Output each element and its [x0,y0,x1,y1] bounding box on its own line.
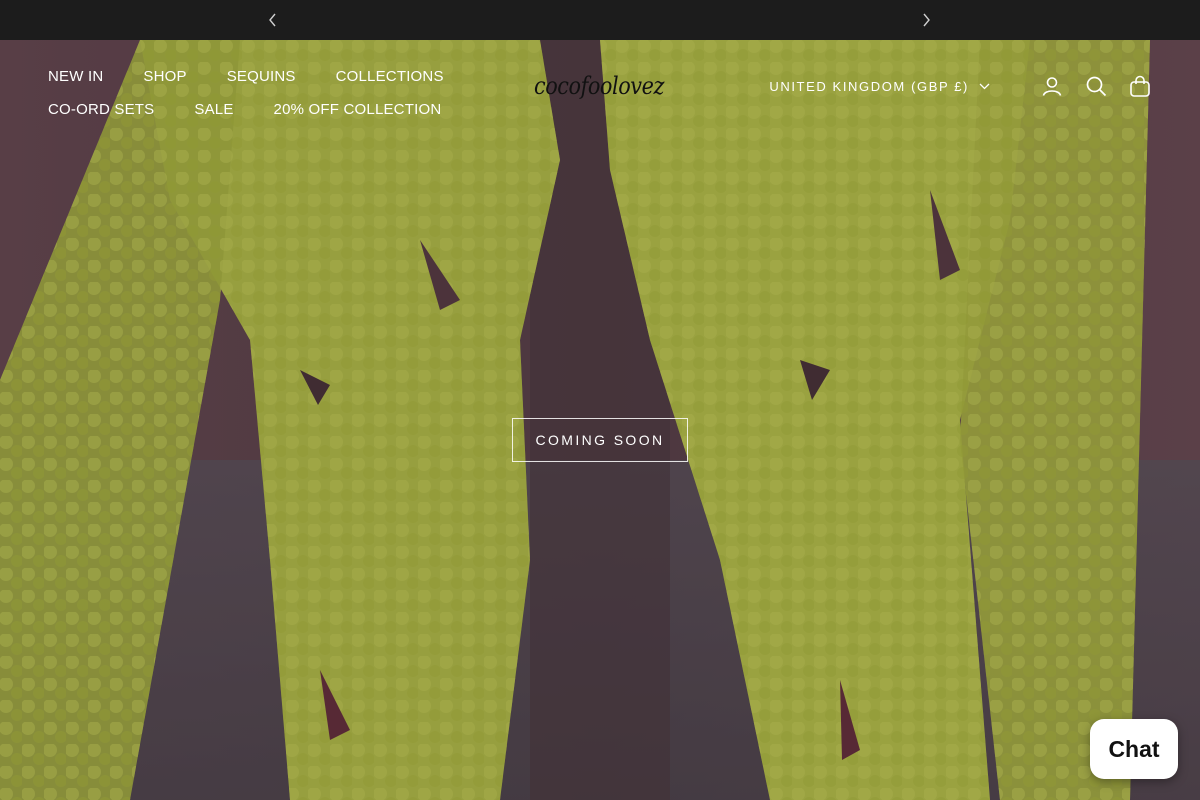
country-selector[interactable]: UNITED KINGDOM (GBP £) [769,79,990,94]
chat-button[interactable]: Chat [1090,719,1178,779]
svg-text:cocofoolovez: cocofoolovez [534,72,665,100]
nav-item-collections[interactable]: COLLECTIONS [336,68,444,85]
header-actions: UNITED KINGDOM (GBP £) [769,74,1152,98]
chevron-down-icon [979,83,990,89]
search-button[interactable] [1084,74,1108,98]
account-icon [1042,77,1062,96]
account-button[interactable] [1040,74,1064,98]
next-announcement-button[interactable] [917,11,935,29]
site-header: NEW IN SHOP SEQUINS COLLECTIONS CO-ORD S… [0,40,1200,135]
chevron-left-icon [269,13,276,27]
nav-row-primary: NEW IN SHOP SEQUINS COLLECTIONS [48,60,488,93]
nav-row-secondary: CO-ORD SETS SALE 20% OFF COLLECTION [48,93,488,126]
logo-wordmark: cocofoolovez [534,72,665,100]
coming-soon-button[interactable]: COMING SOON [512,418,688,462]
main-navigation: NEW IN SHOP SEQUINS COLLECTIONS CO-ORD S… [48,60,488,126]
chevron-right-icon [923,13,930,27]
nav-item-new-in[interactable]: NEW IN [48,68,103,85]
country-selector-label: UNITED KINGDOM (GBP £) [769,78,969,94]
nav-item-shop[interactable]: SHOP [143,68,186,85]
bag-icon [1130,75,1150,97]
nav-item-20-off-collection[interactable]: 20% OFF COLLECTION [274,101,442,118]
search-icon [1086,76,1107,97]
cart-button[interactable] [1128,74,1152,98]
announcement-bar [0,0,1200,40]
previous-announcement-button[interactable] [264,11,282,29]
nav-item-sequins[interactable]: SEQUINS [227,68,296,85]
site-logo[interactable]: cocofoolovez [532,68,668,108]
nav-item-co-ord-sets[interactable]: CO-ORD SETS [48,101,154,118]
nav-item-sale[interactable]: SALE [194,101,233,118]
